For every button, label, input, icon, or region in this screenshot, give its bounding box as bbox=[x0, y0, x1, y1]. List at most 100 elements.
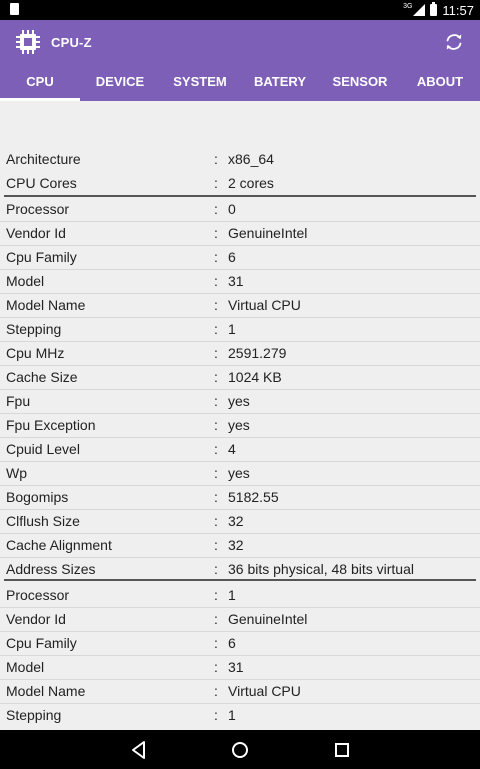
info-key: Cpu Family bbox=[6, 635, 77, 651]
info-row: Bogomips:5182.55 bbox=[0, 485, 480, 510]
info-value: 31 bbox=[228, 273, 244, 289]
info-key: Model bbox=[6, 273, 45, 289]
info-key: Address Sizes bbox=[6, 561, 96, 577]
info-value: x86_64 bbox=[228, 151, 274, 167]
info-value: 6 bbox=[228, 249, 236, 265]
info-row: Wp: yes bbox=[0, 461, 480, 486]
colon-separator: : bbox=[214, 683, 218, 699]
tab-batery[interactable]: BATERY bbox=[240, 64, 320, 101]
info-value: GenuineIntel bbox=[228, 611, 308, 627]
info-value: GenuineIntel bbox=[228, 225, 308, 241]
info-key: CPU Cores bbox=[6, 175, 77, 191]
info-row: Vendor Id: GenuineIntel bbox=[0, 607, 480, 632]
home-icon[interactable] bbox=[226, 736, 254, 764]
tab-cpu[interactable]: CPU bbox=[0, 64, 80, 101]
recents-icon[interactable] bbox=[328, 736, 356, 764]
info-row: Fpu Exception: yes bbox=[0, 413, 480, 438]
info-value: 36 bits physical, 48 bits virtual bbox=[228, 561, 414, 577]
colon-separator: : bbox=[214, 587, 218, 603]
colon-separator: : bbox=[214, 465, 218, 481]
info-value: Virtual CPU bbox=[228, 683, 301, 699]
info-row: Cache Size:1024 KB bbox=[0, 365, 480, 390]
info-value: yes bbox=[228, 393, 250, 409]
info-row: Stepping:1 bbox=[0, 703, 480, 727]
colon-separator: : bbox=[214, 489, 218, 505]
network-type-label: 3G bbox=[403, 2, 413, 10]
status-clock: 11:57 bbox=[442, 2, 474, 18]
info-key: Model Name bbox=[6, 683, 86, 699]
colon-separator: : bbox=[214, 441, 218, 457]
colon-separator: : bbox=[214, 393, 218, 409]
sim-card-icon bbox=[10, 3, 19, 15]
colon-separator: : bbox=[214, 225, 218, 241]
info-key: Model bbox=[6, 659, 45, 675]
info-row: Model:31 bbox=[0, 269, 480, 294]
navigation-bar bbox=[0, 730, 480, 769]
info-key: Stepping bbox=[6, 707, 62, 723]
info-key: Cache Size bbox=[6, 369, 78, 385]
info-row: Architecture: x86_64 bbox=[0, 147, 480, 171]
info-key: Fpu Exception bbox=[6, 417, 96, 433]
colon-separator: : bbox=[214, 321, 218, 337]
colon-separator: : bbox=[214, 707, 218, 723]
info-key: Cpuid Level bbox=[6, 441, 80, 457]
app-bar: CPU-Z CPU DEVICE SYSTEM BATERY SENSOR ABOUT bbox=[0, 20, 480, 101]
tab-about[interactable]: ABOUT bbox=[400, 64, 480, 101]
info-key: Fpu bbox=[6, 393, 31, 409]
info-row: Cpuid Level:4 bbox=[0, 437, 480, 462]
info-value: 6 bbox=[228, 635, 236, 651]
colon-separator: : bbox=[214, 561, 218, 577]
info-value: 5182.55 bbox=[228, 489, 279, 505]
tab-device[interactable]: DEVICE bbox=[80, 64, 160, 101]
colon-separator: : bbox=[214, 345, 218, 361]
info-value: 2591.279 bbox=[228, 345, 287, 361]
info-value: yes bbox=[228, 417, 250, 433]
info-value: 1024 KB bbox=[228, 369, 282, 385]
info-value: 32 bbox=[228, 513, 244, 529]
info-value: 4 bbox=[228, 441, 236, 457]
colon-separator: : bbox=[214, 417, 218, 433]
tab-system[interactable]: SYSTEM bbox=[160, 64, 240, 101]
colon-separator: : bbox=[214, 659, 218, 675]
app-title: CPU-Z bbox=[51, 35, 92, 50]
info-key: Architecture bbox=[6, 151, 81, 167]
tab-sensor[interactable]: SENSOR bbox=[320, 64, 400, 101]
back-icon[interactable] bbox=[125, 736, 153, 764]
colon-separator: : bbox=[214, 151, 218, 167]
colon-separator: : bbox=[214, 297, 218, 313]
refresh-icon[interactable] bbox=[442, 30, 466, 54]
colon-separator: : bbox=[214, 201, 218, 217]
chip-icon bbox=[16, 30, 40, 54]
info-value: 2 cores bbox=[228, 175, 274, 191]
info-value: 1 bbox=[228, 587, 236, 603]
info-row: Model:31 bbox=[0, 655, 480, 680]
info-row: Vendor Id: GenuineIntel bbox=[0, 221, 480, 246]
info-row: Fpu: yes bbox=[0, 389, 480, 414]
info-row: Stepping:1 bbox=[0, 317, 480, 342]
info-row: Address Sizes:36 bits physical, 48 bits … bbox=[0, 557, 480, 581]
info-row: CPU Cores:2 cores bbox=[0, 171, 480, 195]
status-bar: 3G 11:57 bbox=[0, 0, 480, 20]
info-key: Processor bbox=[6, 201, 70, 217]
colon-separator: : bbox=[214, 611, 218, 627]
cpu-info-list: Architecture: x86_64 CPU Cores:2 cores Proc… bbox=[0, 101, 480, 730]
colon-separator: : bbox=[214, 513, 218, 529]
info-value: 32 bbox=[228, 537, 244, 553]
info-key: Clflush Size bbox=[6, 513, 80, 529]
info-key: Vendor Id bbox=[6, 225, 66, 241]
info-key: Cache Alignment bbox=[6, 537, 112, 553]
signal-icon bbox=[413, 4, 426, 16]
info-row: Cpu Family:6 bbox=[0, 631, 480, 656]
status-icons: 3G 11:57 bbox=[403, 0, 474, 20]
info-key: Stepping bbox=[6, 321, 62, 337]
info-row: Model Name: Virtual CPU bbox=[0, 679, 480, 704]
info-key: Model Name bbox=[6, 297, 86, 313]
section-divider bbox=[4, 195, 476, 197]
info-row: Processor:1 bbox=[0, 583, 480, 608]
info-key: Cpu MHz bbox=[6, 345, 65, 361]
info-key: Processor bbox=[6, 587, 70, 603]
info-key: Wp bbox=[6, 465, 27, 481]
colon-separator: : bbox=[214, 175, 218, 191]
info-value: yes bbox=[228, 465, 250, 481]
tab-bar: CPU DEVICE SYSTEM BATERY SENSOR ABOUT bbox=[0, 64, 480, 101]
